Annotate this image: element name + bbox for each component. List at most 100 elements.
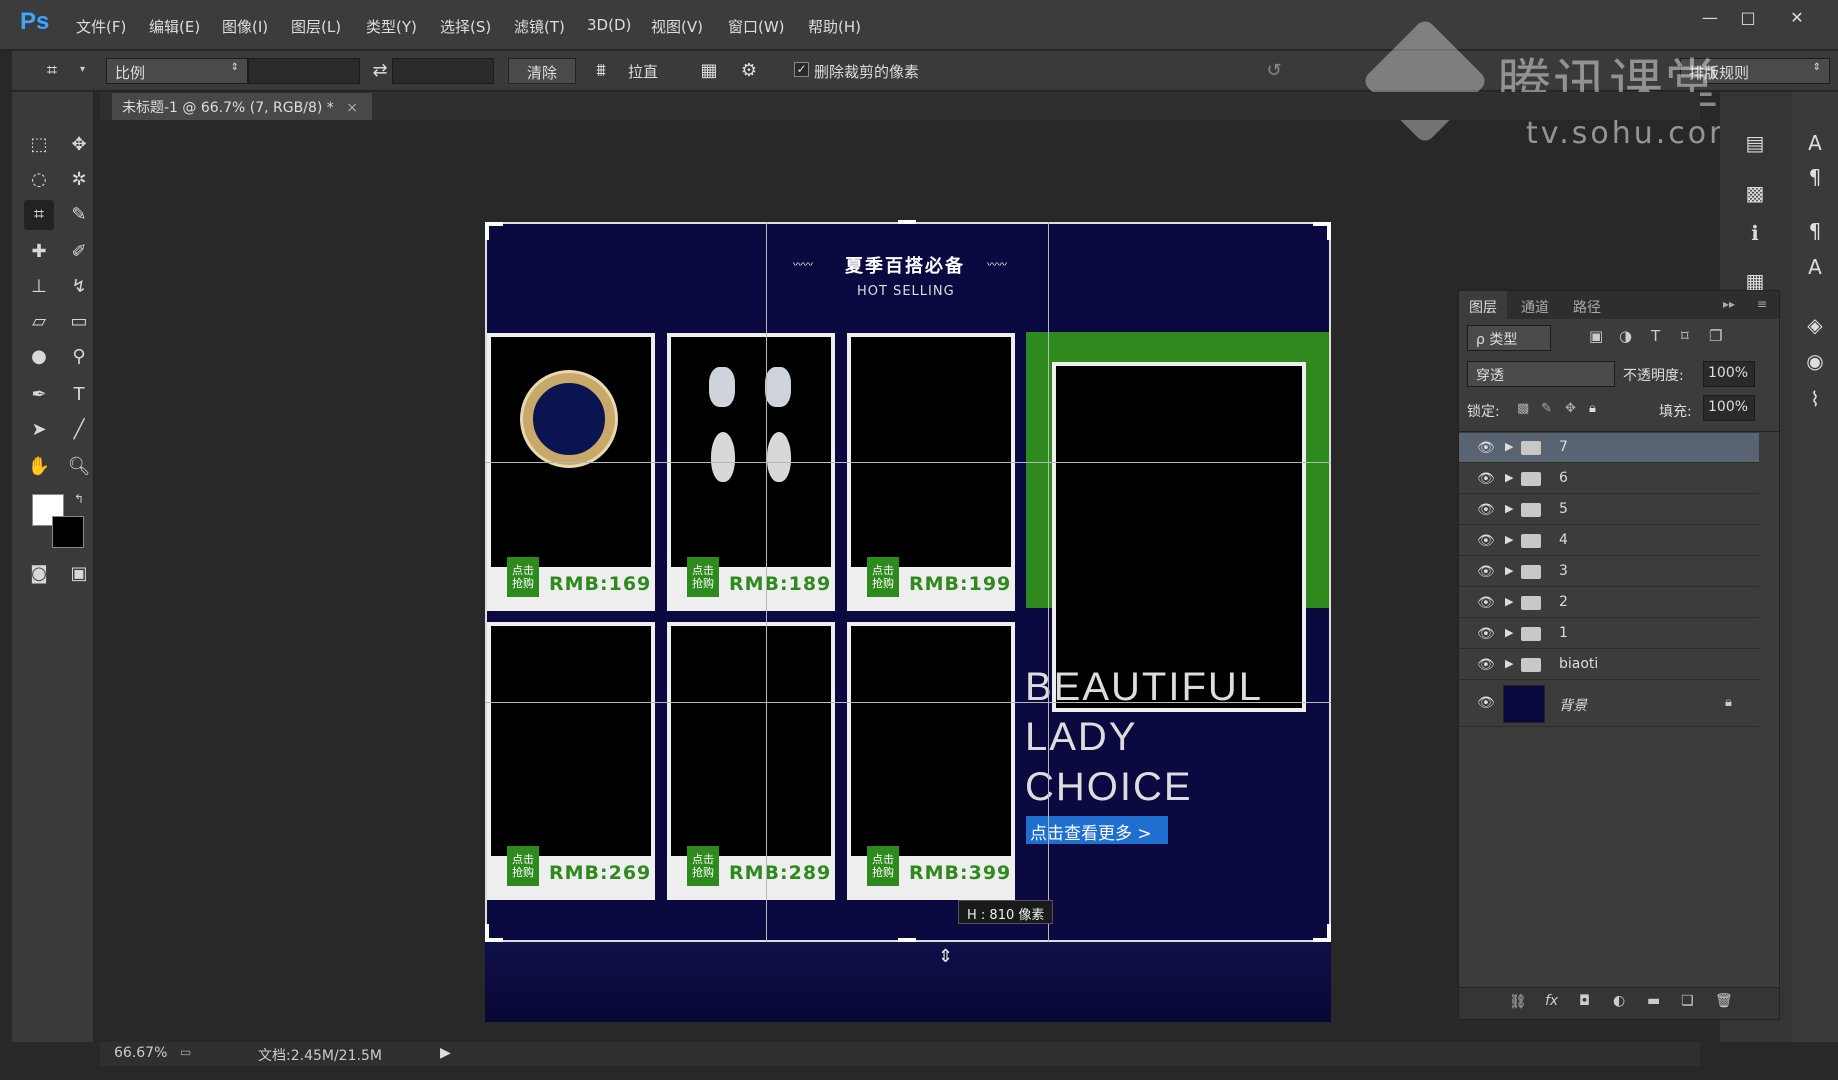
- expand-triangle-icon[interactable]: ▶: [1505, 440, 1513, 453]
- menu-type[interactable]: 类型(Y): [366, 16, 417, 37]
- swap-icon[interactable]: ⇄: [368, 60, 392, 82]
- layer-row-6[interactable]: 👁︎ ▶ 6: [1459, 464, 1759, 494]
- visibility-eye-icon[interactable]: 👁︎: [1477, 440, 1495, 456]
- expand-triangle-icon[interactable]: ▶: [1505, 564, 1513, 577]
- expand-triangle-icon[interactable]: ▶: [1505, 471, 1513, 484]
- lock-transparent-icon[interactable]: ▩: [1517, 401, 1529, 416]
- zoom-level[interactable]: 66.67%: [114, 1045, 167, 1061]
- hand-tool-icon[interactable]: ✋: [24, 452, 54, 482]
- properties-panel-icon[interactable]: ▩: [1740, 178, 1770, 208]
- lock-all-icon[interactable]: 🔒︎: [1589, 401, 1596, 416]
- stamp-tool-icon[interactable]: ⊥: [24, 272, 54, 302]
- new-layer-icon[interactable]: ❏: [1681, 993, 1694, 1009]
- character-styles-icon[interactable]: A: [1800, 252, 1830, 282]
- minimize-button[interactable]: —: [1693, 8, 1727, 30]
- document-tab[interactable]: 未标题-1 @ 66.7% (7, RGB/8) * ×: [112, 93, 372, 120]
- close-button[interactable]: ✕: [1780, 8, 1814, 30]
- history-brush-tool-icon[interactable]: ↯: [64, 272, 94, 302]
- filter-shape-icon[interactable]: ⌑: [1681, 327, 1689, 345]
- width-input[interactable]: [248, 58, 360, 84]
- expand-triangle-icon[interactable]: ▶: [1505, 626, 1513, 639]
- fill-input[interactable]: 100%: [1703, 395, 1755, 421]
- trash-icon[interactable]: 🗑︎: [1715, 993, 1733, 1009]
- opacity-input[interactable]: 100%: [1703, 361, 1755, 387]
- expand-triangle-icon[interactable]: ▶: [1505, 595, 1513, 608]
- magic-wand-tool-icon[interactable]: ✲: [64, 165, 94, 195]
- new-group-icon[interactable]: ▬: [1647, 993, 1660, 1009]
- tab-paths[interactable]: 路径: [1573, 297, 1601, 317]
- panel-menu-icon[interactable]: ≡: [1757, 297, 1767, 311]
- brush-tool-icon[interactable]: ✐: [64, 237, 94, 267]
- visibility-eye-icon[interactable]: 👁︎: [1477, 657, 1495, 673]
- crop-handle[interactable]: [898, 220, 916, 224]
- expand-triangle-icon[interactable]: ▶: [1505, 533, 1513, 546]
- gear-icon[interactable]: ⚙: [737, 60, 761, 82]
- gradient-tool-icon[interactable]: ▭: [64, 307, 94, 337]
- lock-pixels-icon[interactable]: ✎: [1541, 401, 1552, 416]
- zoom-tool-icon[interactable]: 🔍︎: [64, 452, 94, 482]
- menu-filter[interactable]: 滤镜(T): [514, 16, 565, 37]
- visibility-eye-icon[interactable]: 👁︎: [1477, 595, 1495, 611]
- paragraph-panel-icon[interactable]: ¶: [1800, 162, 1830, 192]
- menu-file[interactable]: 文件(F): [76, 16, 126, 37]
- blend-mode-select[interactable]: 穿透: [1467, 361, 1615, 387]
- history-panel-icon[interactable]: ▤: [1740, 128, 1770, 158]
- quick-mask-icon[interactable]: ◙: [24, 559, 54, 589]
- character-panel-icon[interactable]: A: [1800, 128, 1830, 158]
- layer-row-2[interactable]: 👁︎ ▶ 2: [1459, 588, 1759, 618]
- collapse-icon[interactable]: ▸▸: [1723, 297, 1735, 311]
- tab-channels[interactable]: 通道: [1521, 297, 1549, 317]
- menu-layer[interactable]: 图层(L): [291, 16, 341, 37]
- menu-window[interactable]: 窗口(W): [728, 16, 785, 37]
- blur-tool-icon[interactable]: ●: [24, 342, 54, 372]
- lasso-tool-icon[interactable]: ◌: [24, 165, 54, 195]
- menu-select[interactable]: 选择(S): [440, 16, 491, 37]
- menu-image[interactable]: 图像(I): [222, 16, 268, 37]
- swap-colors-icon[interactable]: ↰: [74, 492, 84, 506]
- healing-brush-tool-icon[interactable]: ✚: [24, 237, 54, 267]
- ratio-select[interactable]: 比例 ⇕: [106, 58, 248, 84]
- layer-row-background[interactable]: 👁︎ 背景 🔒︎: [1459, 681, 1759, 727]
- background-color-swatch[interactable]: [52, 516, 84, 548]
- filter-smart-icon[interactable]: ❐: [1709, 327, 1722, 345]
- layer-row-7[interactable]: 👁︎ ▶ 7: [1459, 433, 1759, 463]
- eyedropper-tool-icon[interactable]: ✎: [64, 200, 94, 230]
- visibility-eye-icon[interactable]: 👁︎: [1477, 564, 1495, 580]
- channels-panel-icon[interactable]: ◉: [1800, 346, 1830, 376]
- layer-row-5[interactable]: 👁︎ ▶ 5: [1459, 495, 1759, 525]
- info-icon[interactable]: ℹ: [1740, 218, 1770, 248]
- crop-tool-icon[interactable]: ⌗: [40, 60, 64, 82]
- reset-icon[interactable]: ↺: [1262, 60, 1286, 82]
- visibility-eye-icon[interactable]: 👁︎: [1477, 533, 1495, 549]
- crop-handle[interactable]: [1327, 222, 1331, 240]
- menu-view[interactable]: 视图(V): [651, 16, 703, 37]
- adjustment-layer-icon[interactable]: ◐: [1613, 993, 1625, 1009]
- straighten-icon[interactable]: ⩩: [589, 60, 613, 82]
- layer-row-biaoti[interactable]: 👁︎ ▶ biaoti: [1459, 650, 1759, 680]
- type-tool-icon[interactable]: T: [64, 380, 94, 410]
- layer-row-3[interactable]: 👁︎ ▶ 3: [1459, 557, 1759, 587]
- filter-type-select[interactable]: ρ 类型: [1467, 325, 1551, 351]
- link-layers-icon[interactable]: ⛓: [1509, 994, 1527, 1010]
- line-tool-icon[interactable]: ╱: [64, 415, 94, 445]
- marquee-tool-icon[interactable]: ⬚: [24, 130, 54, 160]
- paths-panel-icon[interactable]: ⌇: [1800, 384, 1830, 414]
- filter-adjust-icon[interactable]: ◑: [1619, 327, 1632, 345]
- expand-triangle-icon[interactable]: ▶: [1505, 657, 1513, 670]
- crop-handle[interactable]: [1327, 924, 1331, 942]
- dodge-tool-icon[interactable]: ⚲: [64, 342, 94, 372]
- crop-handle[interactable]: [898, 938, 916, 942]
- height-input[interactable]: [392, 58, 494, 84]
- visibility-eye-icon[interactable]: 👁︎: [1477, 471, 1495, 487]
- filter-pixel-icon[interactable]: ▣: [1589, 327, 1603, 345]
- crop-handle[interactable]: [485, 222, 489, 240]
- paragraph-styles-icon[interactable]: ¶: [1800, 216, 1830, 246]
- move-tool-icon[interactable]: ✥: [64, 130, 94, 160]
- crop-handle[interactable]: [485, 924, 489, 942]
- delete-cropped-checkbox[interactable]: ✓: [794, 62, 809, 77]
- layer-row-1[interactable]: 👁︎ ▶ 1: [1459, 619, 1759, 649]
- eraser-tool-icon[interactable]: ▱: [24, 307, 54, 337]
- close-icon[interactable]: ×: [346, 100, 358, 116]
- visibility-eye-icon[interactable]: 👁︎: [1477, 626, 1495, 642]
- filter-type-icon[interactable]: T: [1651, 327, 1660, 345]
